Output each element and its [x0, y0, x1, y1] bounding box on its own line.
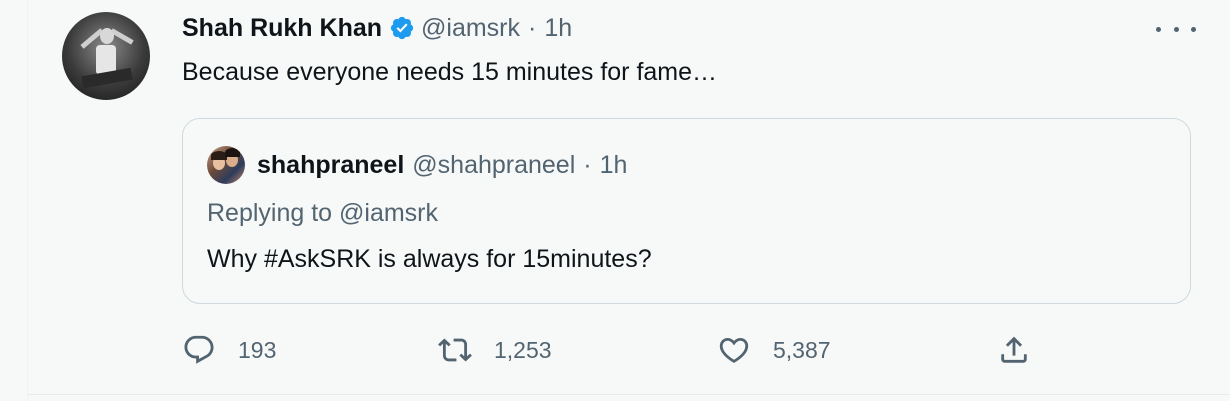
quoted-author-display-name[interactable]: shahpraneel — [257, 151, 404, 180]
tweet-divider — [28, 394, 1230, 395]
reply-button[interactable]: 193 — [182, 332, 276, 368]
more-options-icon[interactable] — [1156, 18, 1196, 40]
more-dot — [1173, 26, 1179, 32]
tweet-text: Because everyone needs 15 minutes for fa… — [182, 58, 718, 86]
retweet-count: 1,253 — [494, 336, 552, 363]
share-button[interactable] — [997, 332, 1031, 368]
tweet-timestamp[interactable]: 1h — [544, 14, 572, 43]
like-count: 5,387 — [773, 336, 831, 363]
quoted-author-handle[interactable]: @shahpraneel — [412, 151, 575, 180]
separator-dot: · — [583, 150, 592, 179]
share-icon — [1001, 336, 1027, 363]
author-display-name[interactable]: Shah Rukh Khan — [182, 14, 382, 43]
avatar-figure-legs — [81, 67, 133, 89]
quoted-tweet-header: shahpraneel @shahpraneel · 1h — [207, 146, 628, 184]
verified-badge-icon — [390, 16, 414, 40]
author-handle[interactable]: @iamsrk — [421, 14, 520, 43]
quoted-tweet[interactable]: shahpraneel @shahpraneel · 1h Replying t… — [182, 118, 1191, 304]
author-avatar[interactable] — [62, 12, 150, 100]
retweet-button[interactable]: 1,253 — [438, 332, 552, 368]
heart-icon — [719, 337, 749, 363]
action-bar: 193 1,253 5,387 — [182, 332, 1082, 368]
replying-to-label: Replying to @iamsrk — [207, 199, 439, 227]
reply-icon — [184, 335, 214, 364]
tweet[interactable]: Shah Rukh Khan @iamsrk · 1h Because ever… — [28, 0, 1230, 394]
more-dot — [1156, 26, 1161, 32]
quoted-tweet-text: Why #AskSRK is always for 15minutes? — [207, 245, 652, 273]
page: Shah Rukh Khan @iamsrk · 1h Because ever… — [0, 0, 1230, 401]
tweet-header: Shah Rukh Khan @iamsrk · 1h — [182, 12, 572, 44]
like-button[interactable]: 5,387 — [717, 332, 831, 368]
reply-count: 193 — [238, 336, 277, 363]
quoted-tweet-timestamp[interactable]: 1h — [600, 151, 628, 180]
quoted-author-avatar[interactable] — [207, 146, 245, 184]
avatar-hair — [225, 148, 240, 157]
more-dot — [1191, 26, 1196, 32]
avatar-figure-head — [100, 28, 114, 44]
separator-dot: · — [528, 13, 537, 42]
retweet-icon — [438, 338, 472, 362]
